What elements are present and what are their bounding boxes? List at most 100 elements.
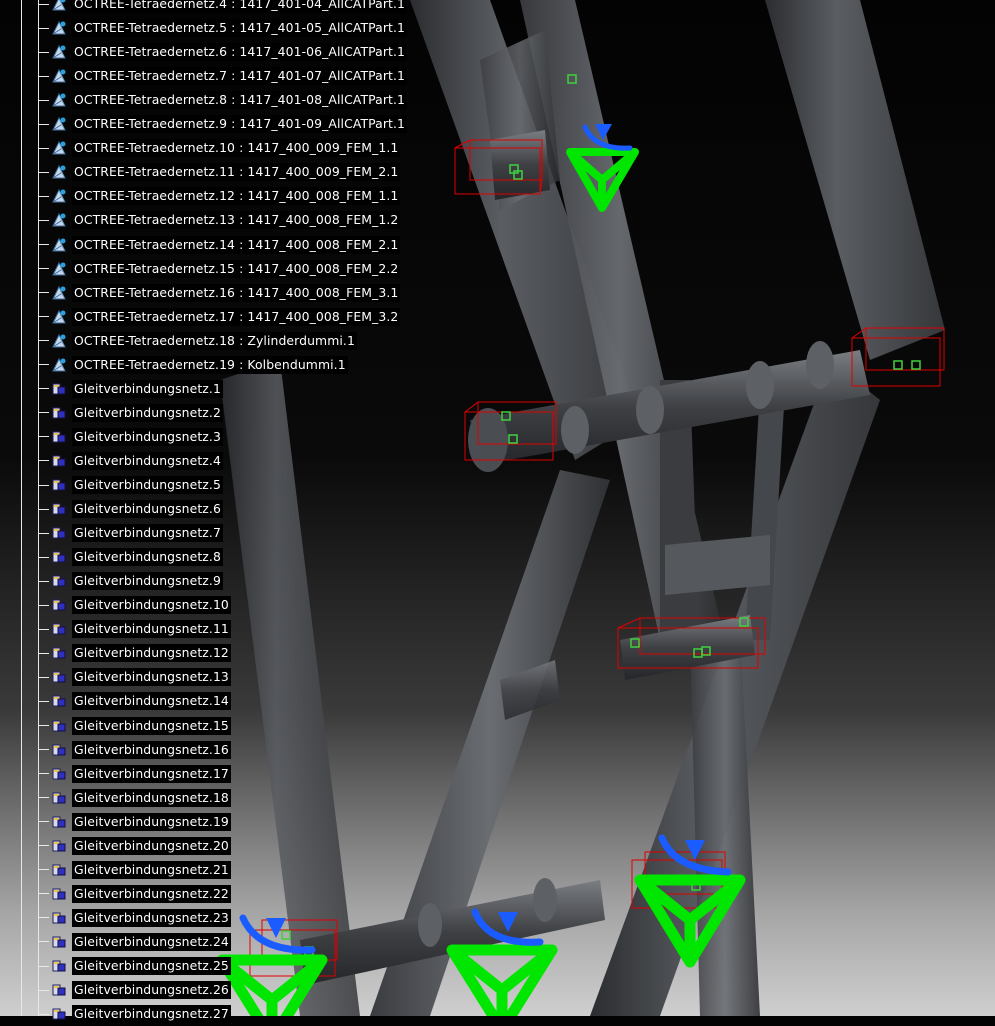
tree-item-label: Gleitverbindungsnetz.23 — [72, 908, 231, 927]
node-marker-icon — [893, 360, 903, 370]
tree-item[interactable]: Gleitverbindungsnetz.3 — [38, 427, 223, 447]
tree-item[interactable]: Gleitverbindungsnetz.8 — [38, 547, 223, 567]
tree-item[interactable]: Gleitverbindungsnetz.22 — [38, 884, 231, 904]
tree-branch-connector — [38, 989, 49, 991]
tree-item[interactable]: Gleitverbindungsnetz.13 — [38, 667, 231, 687]
tree-branch-connector — [38, 195, 49, 197]
tree-item-label: OCTREE-Tetraedernetz.12 : 1417_400_008_F… — [72, 187, 401, 206]
slider-connection-mesh-icon — [51, 982, 67, 998]
clamp-restraint-icon — [446, 944, 558, 1016]
tree-item-label: Gleitverbindungsnetz.22 — [72, 884, 231, 903]
tree-item[interactable]: Gleitverbindungsnetz.9 — [38, 571, 223, 591]
tree-item-label: Gleitverbindungsnetz.3 — [72, 427, 223, 446]
tree-item[interactable]: Gleitverbindungsnetz.11 — [38, 619, 231, 639]
tree-branch-connector — [38, 676, 49, 678]
tree-item[interactable]: Gleitverbindungsnetz.19 — [38, 812, 231, 832]
tree-item[interactable]: Gleitverbindungsnetz.1 — [38, 379, 223, 399]
tree-item[interactable]: OCTREE-Tetraedernetz.8 : 1417_401-08_All… — [38, 90, 407, 110]
tree-item[interactable]: OCTREE-Tetraedernetz.15 : 1417_400_008_F… — [38, 259, 401, 279]
tree-item[interactable]: OCTREE-Tetraedernetz.19 : Kolbendummi.1 — [38, 355, 348, 375]
slider-connection-mesh-icon — [51, 573, 67, 589]
slider-connection-mesh-icon — [51, 886, 67, 902]
tree-item[interactable]: OCTREE-Tetraedernetz.17 : 1417_400_008_F… — [38, 307, 401, 327]
tree-item[interactable]: Gleitverbindungsnetz.21 — [38, 860, 231, 880]
octree-mesh-icon — [51, 285, 67, 301]
tree-connector-line — [21, 0, 22, 1016]
tree-item[interactable]: OCTREE-Tetraedernetz.16 : 1417_400_008_F… — [38, 283, 401, 303]
specification-tree[interactable]: OCTREE-Tetraedernetz.4 : 1417_401-04_All… — [0, 0, 420, 1024]
tree-item[interactable]: Gleitverbindungsnetz.25 — [38, 956, 231, 976]
tree-item-label: Gleitverbindungsnetz.20 — [72, 836, 231, 855]
slider-connection-mesh-icon — [51, 549, 67, 565]
octree-mesh-icon — [51, 68, 67, 84]
octree-mesh-icon — [51, 44, 67, 60]
tree-item-label: OCTREE-Tetraedernetz.10 : 1417_400_009_F… — [72, 139, 401, 158]
tree-item[interactable]: OCTREE-Tetraedernetz.9 : 1417_401-09_All… — [38, 114, 407, 134]
tree-branch-connector — [38, 316, 49, 318]
tree-item-label: OCTREE-Tetraedernetz.17 : 1417_400_008_F… — [72, 307, 401, 326]
tree-branch-connector — [38, 484, 49, 486]
tree-item[interactable]: Gleitverbindungsnetz.20 — [38, 836, 231, 856]
tree-item-label: OCTREE-Tetraedernetz.14 : 1417_400_008_F… — [72, 235, 401, 254]
tree-item-label: OCTREE-Tetraedernetz.8 : 1417_401-08_All… — [72, 91, 407, 110]
tree-branch-connector — [38, 364, 49, 366]
tree-item[interactable]: OCTREE-Tetraedernetz.10 : 1417_400_009_F… — [38, 138, 401, 158]
slider-connection-mesh-icon — [51, 621, 67, 637]
tree-item[interactable]: Gleitverbindungsnetz.17 — [38, 764, 231, 784]
tree-item[interactable]: OCTREE-Tetraedernetz.4 : 1417_401-04_All… — [38, 0, 407, 14]
tree-item[interactable]: OCTREE-Tetraedernetz.7 : 1417_401-07_All… — [38, 66, 407, 86]
tree-item[interactable]: Gleitverbindungsnetz.10 — [38, 595, 231, 615]
tree-item-label: Gleitverbindungsnetz.8 — [72, 548, 223, 567]
octree-mesh-icon — [51, 140, 67, 156]
tree-item[interactable]: OCTREE-Tetraedernetz.12 : 1417_400_008_F… — [38, 186, 401, 206]
slider-connection-mesh-icon — [51, 718, 67, 734]
tree-item-label: OCTREE-Tetraedernetz.13 : 1417_400_008_F… — [72, 211, 401, 230]
tree-branch-connector — [38, 292, 49, 294]
tree-item[interactable]: Gleitverbindungsnetz.18 — [38, 788, 231, 808]
tree-item-label: Gleitverbindungsnetz.14 — [72, 692, 231, 711]
octree-mesh-icon — [51, 0, 67, 12]
slider-connection-mesh-icon — [51, 814, 67, 830]
tree-item[interactable]: Gleitverbindungsnetz.16 — [38, 740, 231, 760]
tree-item[interactable]: Gleitverbindungsnetz.15 — [38, 716, 231, 736]
octree-mesh-icon — [51, 212, 67, 228]
tree-item[interactable]: Gleitverbindungsnetz.23 — [38, 908, 231, 928]
tree-item-label: Gleitverbindungsnetz.15 — [72, 716, 231, 735]
tree-item[interactable]: Gleitverbindungsnetz.27 — [38, 1004, 231, 1024]
tree-item-label: Gleitverbindungsnetz.17 — [72, 764, 231, 783]
tree-branch-connector — [38, 508, 49, 510]
tree-branch-connector — [38, 123, 49, 125]
tree-item[interactable]: OCTREE-Tetraedernetz.18 : Zylinderdummi.… — [38, 331, 357, 351]
tree-item-label: Gleitverbindungsnetz.10 — [72, 596, 231, 615]
tree-item[interactable]: Gleitverbindungsnetz.24 — [38, 932, 231, 952]
tree-item[interactable]: Gleitverbindungsnetz.7 — [38, 523, 223, 543]
tree-item[interactable]: Gleitverbindungsnetz.12 — [38, 643, 231, 663]
tree-item-label: Gleitverbindungsnetz.12 — [72, 644, 231, 663]
tree-item[interactable]: OCTREE-Tetraedernetz.6 : 1417_401-06_All… — [38, 42, 407, 62]
tree-item[interactable]: OCTREE-Tetraedernetz.11 : 1417_400_009_F… — [38, 162, 401, 182]
tree-item[interactable]: OCTREE-Tetraedernetz.5 : 1417_401-05_All… — [38, 18, 407, 38]
octree-mesh-icon — [51, 309, 67, 325]
tree-branch-connector — [38, 845, 49, 847]
tree-item-label: Gleitverbindungsnetz.24 — [72, 932, 231, 951]
tree-item[interactable]: OCTREE-Tetraedernetz.13 : 1417_400_008_F… — [38, 210, 401, 230]
slider-connection-mesh-icon — [51, 1006, 67, 1022]
tree-branch-connector — [38, 869, 49, 871]
tree-branch-connector — [38, 75, 49, 77]
tree-branch-connector — [38, 749, 49, 751]
tree-item-label: Gleitverbindungsnetz.7 — [72, 524, 223, 543]
octree-mesh-icon — [51, 116, 67, 132]
tree-item[interactable]: Gleitverbindungsnetz.26 — [38, 980, 231, 1000]
tree-item[interactable]: Gleitverbindungsnetz.2 — [38, 403, 223, 423]
tree-item-label: Gleitverbindungsnetz.6 — [72, 500, 223, 519]
tree-item[interactable]: Gleitverbindungsnetz.6 — [38, 499, 223, 519]
tree-branch-connector — [38, 532, 49, 534]
tree-item-label: OCTREE-Tetraedernetz.19 : Kolbendummi.1 — [72, 355, 348, 374]
tree-item[interactable]: Gleitverbindungsnetz.4 — [38, 451, 223, 471]
tree-item-label: Gleitverbindungsnetz.5 — [72, 476, 223, 494]
tree-item[interactable]: Gleitverbindungsnetz.14 — [38, 691, 231, 711]
tree-item[interactable]: Gleitverbindungsnetz.5 — [38, 475, 223, 495]
tree-branch-connector — [38, 773, 49, 775]
tree-branch-connector — [38, 821, 49, 823]
tree-item[interactable]: OCTREE-Tetraedernetz.14 : 1417_400_008_F… — [38, 235, 401, 255]
